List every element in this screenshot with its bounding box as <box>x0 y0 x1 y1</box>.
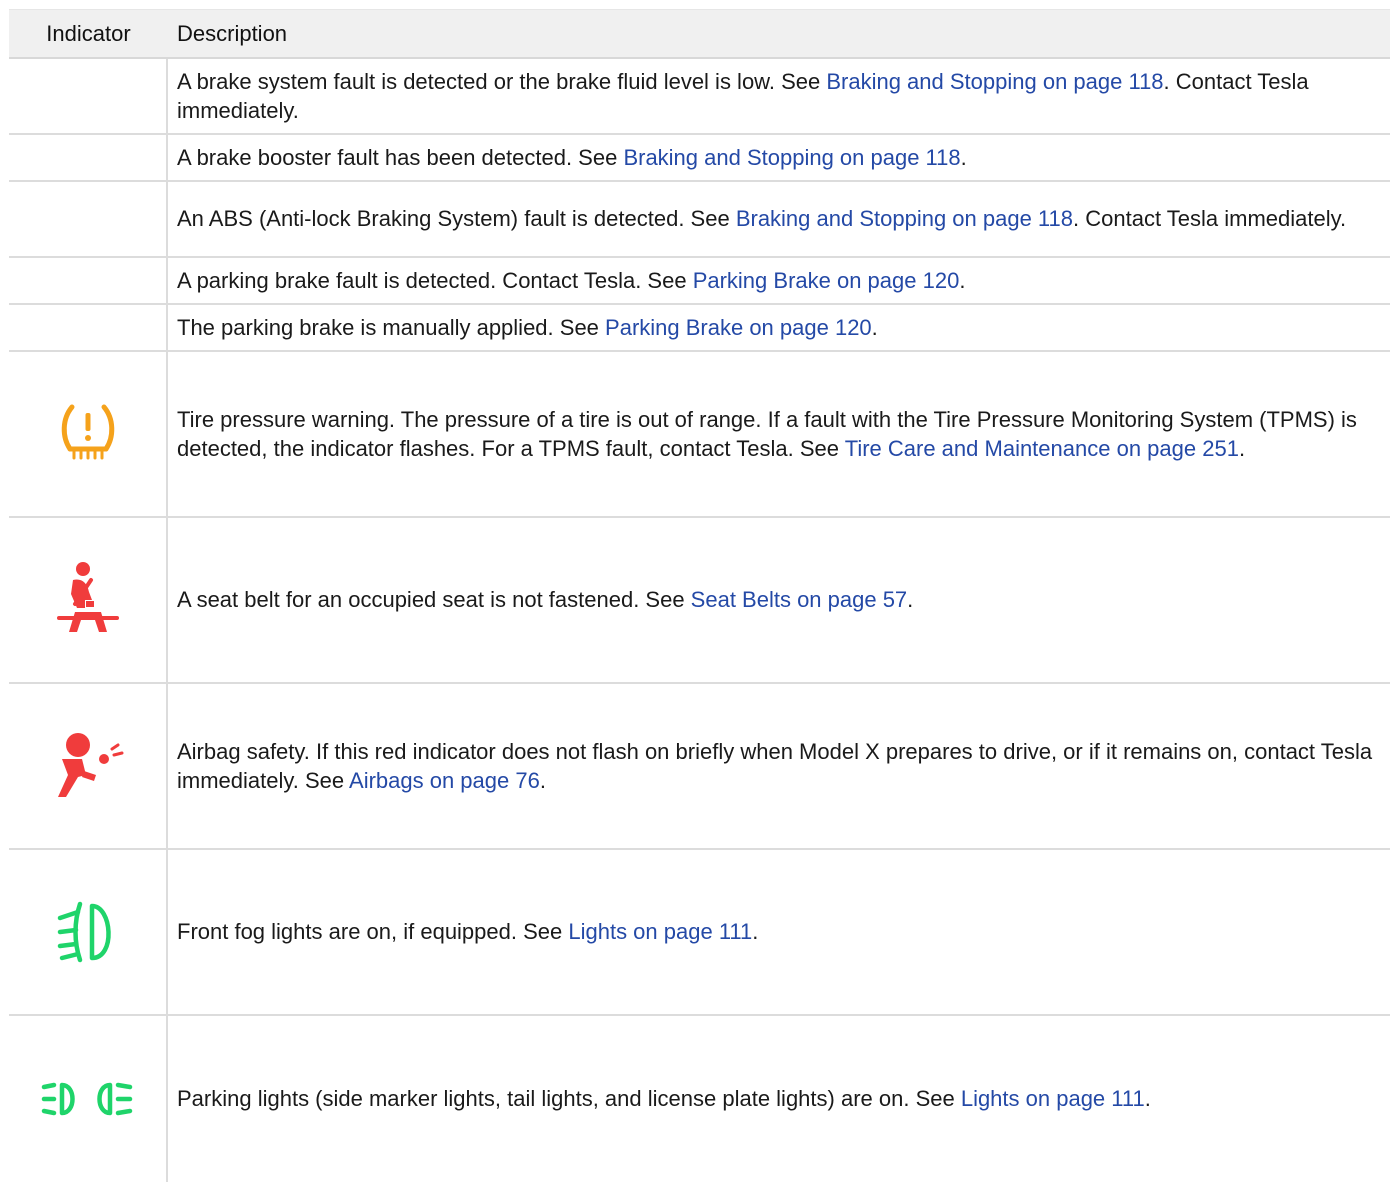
indicator-cell <box>9 135 168 180</box>
cross-reference-link[interactable]: Parking Brake on page 120 <box>693 268 960 293</box>
description-cell: A seat belt for an occupied seat is not … <box>168 518 1390 682</box>
table-row: The parking brake is manually applied. S… <box>9 305 1390 352</box>
description-text: An ABS (Anti-lock Braking System) fault … <box>177 204 1346 234</box>
description-prefix: Front fog lights are on, if equipped. Se… <box>177 919 569 945</box>
indicator-cell <box>9 850 168 1014</box>
description-text: Tire pressure warning. The pressure of a… <box>177 405 1390 464</box>
indicator-cell <box>9 352 168 516</box>
description-prefix: The parking brake is manually applied. S… <box>177 314 606 340</box>
table-header: Indicator Description <box>9 9 1390 59</box>
indicator-cell <box>9 518 168 682</box>
table-row: Airbag safety. If this red indicator doe… <box>9 684 1390 850</box>
description-suffix: . <box>871 314 878 340</box>
description-suffix: . <box>1238 436 1246 461</box>
description-text: Front fog lights are on, if equipped. Se… <box>177 917 758 947</box>
cross-reference-link[interactable]: Braking and Stopping on page 118 <box>736 206 1073 231</box>
table-row: A brake system fault is detected or the … <box>9 59 1390 135</box>
description-cell: Parking lights (side marker lights, tail… <box>168 1016 1390 1182</box>
indicator-cell <box>9 182 168 256</box>
cross-reference-link[interactable]: Lights on page 111 <box>568 919 752 944</box>
cross-reference-link[interactable]: Airbags on page 76 <box>349 768 540 793</box>
description-suffix: . <box>907 587 914 613</box>
description-cell: Tire pressure warning. The pressure of a… <box>168 352 1390 516</box>
indicator-cell <box>9 1016 168 1182</box>
cross-reference-link[interactable]: Parking Brake on page 120 <box>605 315 872 340</box>
description-prefix: Parking lights (side marker lights, tail… <box>177 1086 961 1112</box>
cross-reference-link[interactable]: Braking and Stopping on page 118 <box>623 145 960 170</box>
description-suffix: . <box>539 768 546 793</box>
indicator-cell <box>9 684 168 848</box>
cross-reference-link[interactable]: Tire Care and Maintenance on page 251 <box>845 436 1239 461</box>
cross-reference-link[interactable]: Seat Belts on page 57 <box>691 587 908 612</box>
description-cell: An ABS (Anti-lock Braking System) fault … <box>168 182 1390 256</box>
table-row: Parking lights (side marker lights, tail… <box>9 1016 1390 1182</box>
indicator-cell <box>9 59 168 133</box>
description-suffix: . <box>752 919 759 945</box>
description-cell: The parking brake is manually applied. S… <box>168 305 1390 350</box>
front-fog-lights-icon <box>50 894 126 970</box>
description-prefix: An ABS (Anti-lock Braking System) fault … <box>177 206 736 232</box>
description-prefix: A parking brake fault is detected. Conta… <box>177 267 693 293</box>
description-text: Parking lights (side marker lights, tail… <box>177 1084 1151 1114</box>
description-suffix: . <box>1144 1086 1151 1112</box>
cross-reference-link[interactable]: Lights on page 111 <box>961 1086 1145 1111</box>
description-suffix: . <box>959 267 966 293</box>
header-description: Description <box>168 10 1390 57</box>
table-row: An ABS (Anti-lock Braking System) fault … <box>9 182 1390 258</box>
header-indicator: Indicator <box>9 10 168 57</box>
description-cell: A brake booster fault has been detected.… <box>168 135 1390 180</box>
table-row: Front fog lights are on, if equipped. Se… <box>9 850 1390 1016</box>
tire-pressure-warning-icon <box>56 401 120 467</box>
indicator-cell <box>9 258 168 303</box>
description-prefix: A seat belt for an occupied seat is not … <box>177 587 691 613</box>
table-row: A seat belt for an occupied seat is not … <box>9 518 1390 684</box>
description-text: A seat belt for an occupied seat is not … <box>177 585 913 615</box>
parking-lights-icon <box>40 1079 136 1119</box>
description-cell: Airbag safety. If this red indicator doe… <box>168 684 1390 848</box>
seat-belt-warning-icon <box>53 560 123 640</box>
indicator-cell <box>9 305 168 350</box>
description-suffix: . Contact Tesla immediately. <box>1073 206 1347 232</box>
description-text: A brake system fault is detected or the … <box>177 67 1390 126</box>
description-cell: A brake system fault is detected or the … <box>168 59 1390 133</box>
description-text: A parking brake fault is detected. Conta… <box>177 266 965 296</box>
description-cell: A parking brake fault is detected. Conta… <box>168 258 1390 303</box>
description-suffix: . <box>960 144 967 170</box>
table-row: A parking brake fault is detected. Conta… <box>9 258 1390 305</box>
description-prefix: A brake booster fault has been detected.… <box>177 144 624 170</box>
table-row: A brake booster fault has been detected.… <box>9 135 1390 182</box>
cross-reference-link[interactable]: Braking and Stopping on page 118 <box>826 69 1163 94</box>
description-prefix: A brake system fault is detected or the … <box>177 68 827 94</box>
table-row: Tire pressure warning. The pressure of a… <box>9 352 1390 518</box>
description-text: Airbag safety. If this red indicator doe… <box>177 737 1390 796</box>
description-text: The parking brake is manually applied. S… <box>177 313 878 343</box>
description-cell: Front fog lights are on, if equipped. Se… <box>168 850 1390 1014</box>
airbag-safety-icon <box>48 731 128 801</box>
description-text: A brake booster fault has been detected.… <box>177 143 967 173</box>
indicator-table: Indicator Description A brake system fau… <box>9 9 1390 1182</box>
